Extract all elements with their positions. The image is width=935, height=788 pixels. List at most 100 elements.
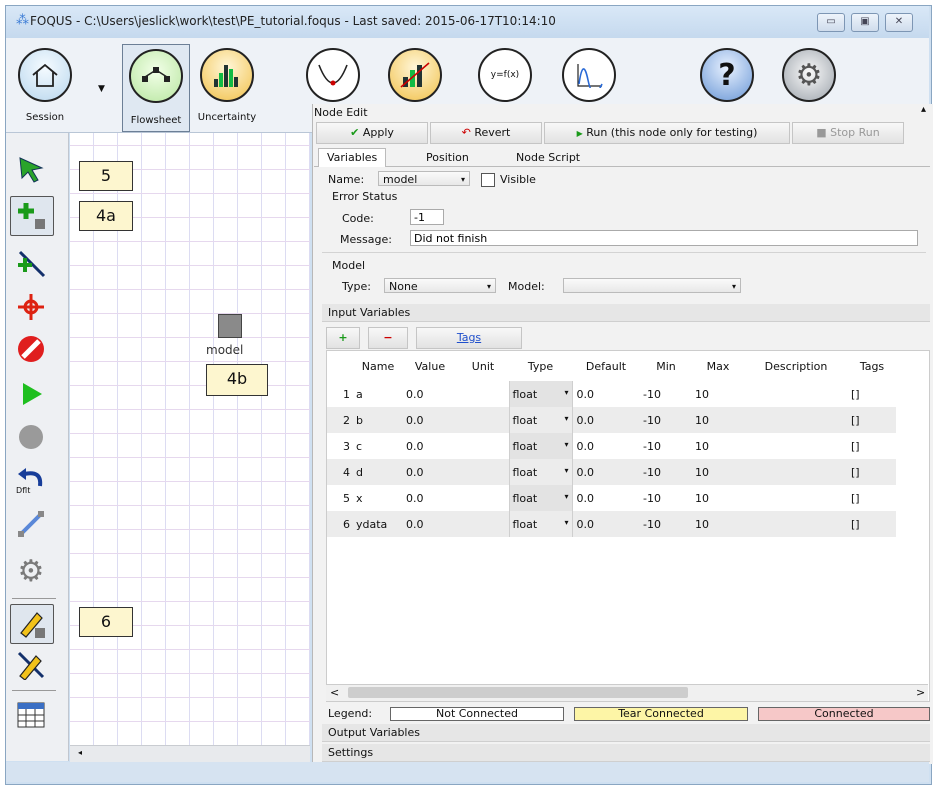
table-cell[interactable]: a <box>353 381 403 407</box>
table-cell[interactable]: b <box>353 407 403 433</box>
input-variables-table[interactable]: Name Value Unit Type Default Min Max Des… <box>326 350 930 702</box>
dock-float-icon[interactable]: ▴ <box>921 104 926 115</box>
table-cell[interactable]: 0.0 <box>572 485 640 511</box>
table-cell[interactable]: 0.0 <box>403 459 457 485</box>
table-cell[interactable]: x <box>353 485 403 511</box>
apply-button[interactable]: ✔ Apply <box>316 122 428 144</box>
table-cell[interactable] <box>457 381 509 407</box>
stop-tool-button[interactable] <box>10 418 52 456</box>
output-variables-header[interactable]: Output Variables <box>322 724 930 742</box>
settings-toolbar-button[interactable]: ⚙ <box>776 40 842 102</box>
table-cell[interactable] <box>744 485 848 511</box>
table-cell[interactable]: 10 <box>692 407 744 433</box>
table-cell[interactable] <box>744 511 848 537</box>
chevron-down-icon[interactable]: ▾ <box>564 440 568 449</box>
column-header[interactable]: Default <box>572 351 640 381</box>
table-cell[interactable]: 0.0 <box>403 485 457 511</box>
table-cell[interactable]: -10 <box>640 433 692 459</box>
table-cell[interactable]: [] <box>848 381 896 407</box>
add-variable-button[interactable]: + <box>326 327 360 349</box>
table-cell[interactable] <box>457 511 509 537</box>
optimization-button[interactable] <box>300 40 366 102</box>
table-cell[interactable]: 0.0 <box>572 459 640 485</box>
add-node-tool-button[interactable] <box>10 196 54 236</box>
column-header[interactable]: Max <box>692 351 744 381</box>
column-header[interactable]: Tags <box>848 351 896 381</box>
table-row[interactable]: 3 c 0.0 float ▾ 0.0 -10 10[] <box>327 433 896 459</box>
table-cell[interactable]: -10 <box>640 511 692 537</box>
model-type-select[interactable]: None ▾ <box>384 278 496 293</box>
table-row[interactable]: 2 b 0.0 float ▾ 0.0 -10 10[] <box>327 407 896 433</box>
chevron-down-icon[interactable]: ▾ <box>564 518 568 527</box>
column-header[interactable]: Unit <box>457 351 509 381</box>
table-cell[interactable]: [] <box>848 407 896 433</box>
tear-tool-button[interactable] <box>10 505 52 543</box>
canvas-horizontal-scrollbar[interactable]: ◂ <box>70 745 310 762</box>
table-cell[interactable]: 6 <box>327 511 353 537</box>
table-row[interactable]: 1 a 0.0 float ▾ 0.0 -10 10[] <box>327 381 896 407</box>
table-cell[interactable]: 0.0 <box>403 381 457 407</box>
table-cell[interactable]: float ▾ <box>508 485 573 511</box>
session-dropdown-icon[interactable]: ▼ <box>98 84 105 94</box>
table-cell[interactable]: 4 <box>327 459 353 485</box>
table-cell[interactable]: -10 <box>640 407 692 433</box>
tags-button[interactable]: Tags <box>416 327 522 349</box>
column-header[interactable] <box>327 351 353 381</box>
table-view-button[interactable] <box>10 696 52 734</box>
close-button[interactable]: ✕ <box>885 13 913 32</box>
table-cell[interactable]: 3 <box>327 433 353 459</box>
table-cell[interactable]: 10 <box>692 485 744 511</box>
tab-node-script[interactable]: Node Script <box>508 149 588 167</box>
table-cell[interactable]: [] <box>848 485 896 511</box>
table-cell[interactable] <box>744 407 848 433</box>
settings-header[interactable]: Settings <box>322 744 930 762</box>
surrogate-button[interactable]: y=f(x) <box>472 40 538 102</box>
column-header[interactable]: Min <box>640 351 692 381</box>
default-view-button[interactable]: Dflt <box>10 464 52 502</box>
flowsheet-button[interactable]: Flowsheet <box>122 44 190 132</box>
table-cell[interactable]: 10 <box>692 459 744 485</box>
message-field[interactable] <box>410 230 918 246</box>
edit-edge-tool-button[interactable] <box>10 646 52 684</box>
delete-tool-button[interactable] <box>10 330 52 368</box>
table-cell[interactable] <box>457 485 509 511</box>
table-cell[interactable]: d <box>353 459 403 485</box>
table-cell[interactable]: float ▾ <box>508 381 573 407</box>
table-cell[interactable] <box>457 407 509 433</box>
run-tool-button[interactable] <box>10 375 52 413</box>
curve-button[interactable] <box>556 40 622 102</box>
table-cell[interactable]: 2 <box>327 407 353 433</box>
table-cell[interactable]: 0.0 <box>572 407 640 433</box>
edit-tool-button[interactable] <box>10 604 54 644</box>
table-row[interactable]: 4 d 0.0 float ▾ 0.0 -10 10[] <box>327 459 896 485</box>
column-header[interactable]: Description <box>744 351 848 381</box>
chevron-down-icon[interactable]: ▾ <box>564 414 568 423</box>
revert-button[interactable]: ↶ Revert <box>430 122 542 144</box>
maximize-button[interactable]: ▣ <box>851 13 879 32</box>
table-cell[interactable]: 0.0 <box>572 433 640 459</box>
table-cell[interactable] <box>457 459 509 485</box>
table-cell[interactable]: float ▾ <box>508 511 573 537</box>
table-horizontal-scrollbar[interactable]: < > <box>326 684 928 701</box>
scroll-left-icon[interactable]: < <box>330 686 339 699</box>
stop-run-button[interactable]: ■ Stop Run <box>792 122 904 144</box>
table-cell[interactable]: c <box>353 433 403 459</box>
session-button[interactable]: Session <box>12 40 78 123</box>
column-header[interactable]: Type <box>509 351 572 381</box>
table-cell[interactable]: [] <box>848 511 896 537</box>
table-cell[interactable]: float ▾ <box>508 407 573 433</box>
table-row[interactable]: 5 x 0.0 float ▾ 0.0 -10 10[] <box>327 485 896 511</box>
scroll-left-icon[interactable]: ◂ <box>78 748 82 757</box>
visible-checkbox[interactable] <box>481 173 495 187</box>
table-cell[interactable] <box>744 381 848 407</box>
help-button[interactable]: ? <box>694 40 760 102</box>
model-select[interactable]: ▾ <box>563 278 741 293</box>
table-cell[interactable]: [] <box>848 459 896 485</box>
add-edge-tool-button[interactable] <box>10 244 52 282</box>
table-cell[interactable]: 1 <box>327 381 353 407</box>
table-cell[interactable]: 0.0 <box>403 433 457 459</box>
table-cell[interactable]: -10 <box>640 459 692 485</box>
table-cell[interactable] <box>744 459 848 485</box>
node-settings-tool-button[interactable]: ⚙ <box>10 552 52 590</box>
table-cell[interactable]: -10 <box>640 381 692 407</box>
